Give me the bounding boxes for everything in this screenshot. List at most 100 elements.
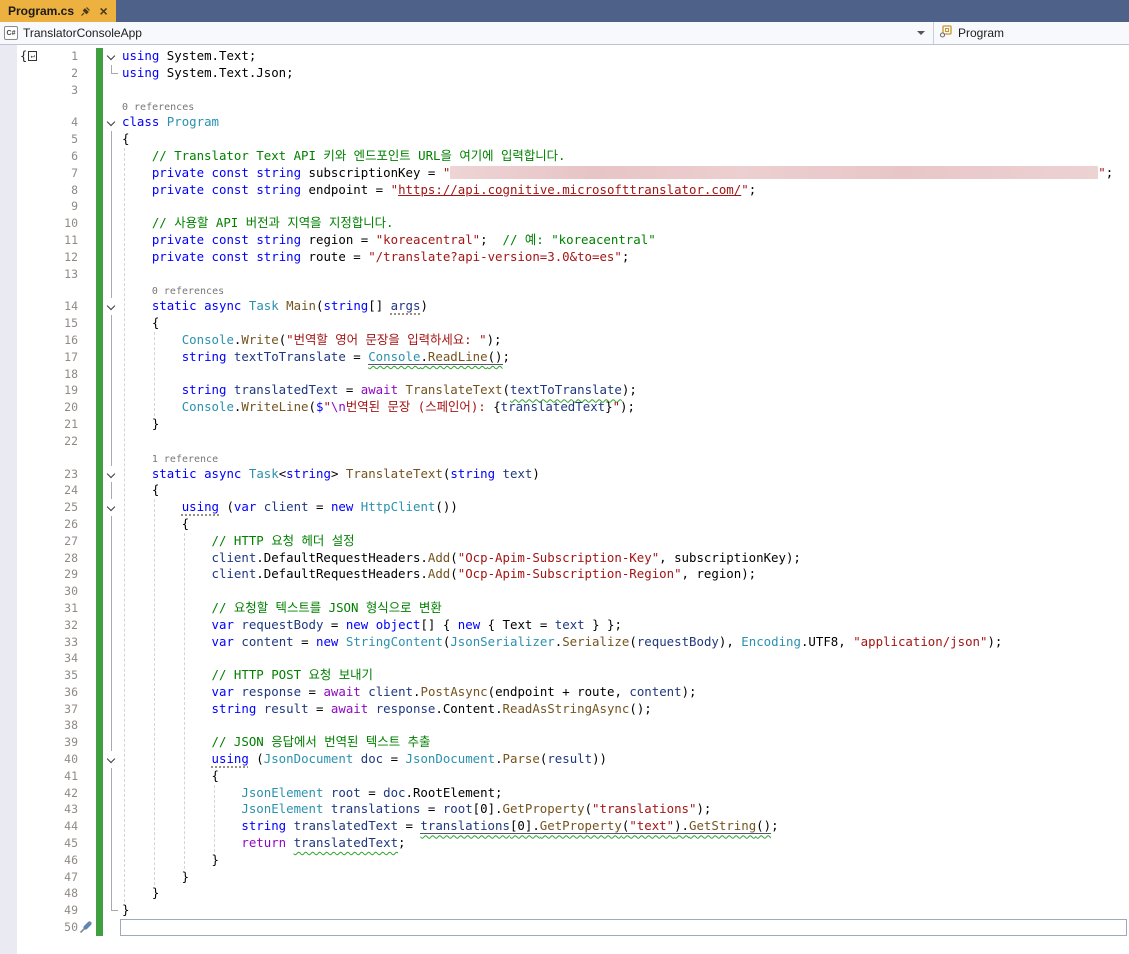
glyph-margin[interactable] — [17, 717, 50, 734]
fold-chevron-icon[interactable] — [107, 118, 115, 126]
code-line[interactable]: } — [121, 852, 1129, 869]
glyph-margin[interactable] — [17, 382, 50, 399]
glyph-margin[interactable] — [17, 919, 50, 936]
quick-actions-screwdriver-icon[interactable] — [78, 920, 93, 940]
code-line[interactable]: using (JsonDocument doc = JsonDocument.P… — [121, 751, 1129, 768]
glyph-margin[interactable] — [17, 734, 50, 751]
codelens-label-cell[interactable]: 0 references — [121, 98, 1129, 114]
code-line[interactable]: private const string subscriptionKey = "… — [121, 165, 1129, 182]
code-editor[interactable]: {↵1using System.Text;2using System.Text.… — [0, 45, 1129, 954]
glyph-margin[interactable] — [17, 198, 50, 215]
glyph-margin[interactable] — [17, 516, 50, 533]
glyph-margin[interactable] — [17, 751, 50, 768]
close-icon[interactable]: × — [97, 5, 110, 18]
glyph-margin[interactable] — [17, 499, 50, 516]
code-line[interactable]: } — [121, 885, 1129, 902]
glyph-margin[interactable] — [17, 165, 50, 182]
codelens-references[interactable]: 1 reference — [152, 452, 218, 467]
fold-chevron-icon[interactable] — [107, 469, 115, 477]
member-dropdown[interactable]: Program — [934, 22, 1129, 44]
glyph-margin[interactable] — [17, 450, 50, 466]
code-line[interactable]: JsonElement translations = root[0].GetPr… — [121, 801, 1129, 818]
glyph-margin[interactable] — [17, 852, 50, 869]
outlining-margin[interactable] — [103, 114, 121, 131]
glyph-margin[interactable] — [17, 885, 50, 902]
code-line[interactable]: static async Task<string> TranslateText(… — [121, 466, 1129, 483]
glyph-margin[interactable] — [17, 298, 50, 315]
glyph-margin[interactable] — [17, 433, 50, 450]
glyph-margin[interactable] — [17, 785, 50, 802]
codelens-references[interactable]: 0 references — [122, 100, 194, 115]
glyph-margin[interactable] — [17, 65, 50, 82]
glyph-margin[interactable] — [17, 98, 50, 114]
code-line[interactable]: using (var client = new HttpClient()) — [121, 499, 1129, 516]
code-line[interactable] — [121, 198, 1129, 215]
glyph-margin[interactable] — [17, 667, 50, 684]
glyph-margin[interactable] — [17, 114, 50, 131]
code-line[interactable]: { — [121, 315, 1129, 332]
code-line[interactable]: using System.Text.Json; — [121, 65, 1129, 82]
code-line[interactable]: client.DefaultRequestHeaders.Add("Ocp-Ap… — [121, 566, 1129, 583]
code-line[interactable] — [121, 433, 1129, 450]
glyph-margin[interactable] — [17, 215, 50, 232]
glyph-margin[interactable] — [17, 466, 50, 483]
code-line[interactable] — [121, 366, 1129, 383]
code-line[interactable]: { — [121, 131, 1129, 148]
code-line[interactable]: using System.Text; — [121, 48, 1129, 65]
code-line[interactable] — [121, 266, 1129, 283]
code-line[interactable]: { — [121, 768, 1129, 785]
glyph-margin[interactable] — [17, 482, 50, 499]
glyph-margin[interactable] — [17, 550, 50, 567]
glyph-margin[interactable] — [17, 869, 50, 886]
code-line[interactable]: return translatedText; — [121, 835, 1129, 852]
code-line[interactable]: } — [121, 902, 1129, 919]
glyph-margin[interactable] — [17, 249, 50, 266]
glyph-margin[interactable] — [17, 416, 50, 433]
code-line[interactable] — [121, 82, 1129, 99]
code-line[interactable]: private const string route = "/translate… — [121, 249, 1129, 266]
code-line[interactable]: static async Task Main(string[] args) — [121, 298, 1129, 315]
code-line[interactable] — [121, 650, 1129, 667]
glyph-margin[interactable] — [17, 818, 50, 835]
glyph-margin[interactable] — [17, 332, 50, 349]
code-line[interactable]: // HTTP 요청 헤더 설정 — [121, 533, 1129, 550]
code-line[interactable]: string translatedText = translations[0].… — [121, 818, 1129, 835]
outlining-margin[interactable] — [103, 48, 121, 65]
glyph-margin[interactable] — [17, 801, 50, 818]
glyph-margin[interactable] — [17, 148, 50, 165]
outlining-margin[interactable] — [103, 499, 121, 516]
code-line[interactable]: var requestBody = new object[] { new { T… — [121, 617, 1129, 634]
code-line[interactable]: { — [121, 516, 1129, 533]
code-line[interactable]: private const string endpoint = "https:/… — [121, 182, 1129, 199]
outlining-margin[interactable] — [103, 298, 121, 315]
fold-chevron-icon[interactable] — [107, 302, 115, 310]
code-line[interactable]: // 사용할 API 버전과 지역을 지정합니다. — [121, 215, 1129, 232]
glyph-margin[interactable] — [17, 182, 50, 199]
glyph-margin[interactable] — [17, 600, 50, 617]
codelens-label-cell[interactable]: 0 references — [121, 282, 1129, 298]
glyph-margin[interactable] — [17, 366, 50, 383]
code-line[interactable]: } — [121, 869, 1129, 886]
code-line[interactable]: client.DefaultRequestHeaders.Add("Ocp-Ap… — [121, 550, 1129, 567]
glyph-margin[interactable] — [17, 131, 50, 148]
glyph-margin[interactable] — [17, 902, 50, 919]
code-line[interactable] — [121, 717, 1129, 734]
codelens-references[interactable]: 0 references — [152, 284, 224, 299]
glyph-margin[interactable] — [17, 684, 50, 701]
glyph-margin[interactable] — [17, 315, 50, 332]
glyph-margin[interactable]: {↵ — [17, 48, 50, 65]
codelens-label-cell[interactable]: 1 reference — [121, 450, 1129, 466]
glyph-margin[interactable] — [17, 266, 50, 283]
code-line[interactable] — [121, 583, 1129, 600]
glyph-margin[interactable] — [17, 835, 50, 852]
code-line[interactable]: } — [121, 416, 1129, 433]
code-line[interactable]: JsonElement root = doc.RootElement; — [121, 785, 1129, 802]
code-line[interactable]: string translatedText = await TranslateT… — [121, 382, 1129, 399]
outlining-margin[interactable] — [103, 751, 121, 768]
glyph-margin[interactable] — [17, 650, 50, 667]
code-line[interactable]: // 요청할 텍스트를 JSON 형식으로 변환 — [121, 600, 1129, 617]
code-line[interactable]: class Program — [121, 114, 1129, 131]
glyph-margin[interactable] — [17, 583, 50, 600]
code-line[interactable]: Console.WriteLine($"\n번역된 문장 (스페인어): {tr… — [121, 399, 1129, 416]
pin-icon[interactable] — [79, 5, 92, 18]
